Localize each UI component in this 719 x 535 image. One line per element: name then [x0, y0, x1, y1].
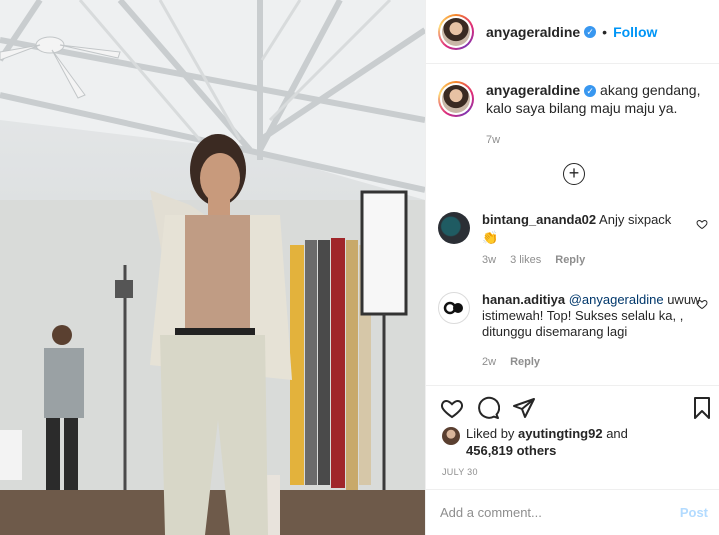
post-action-bar	[426, 385, 719, 429]
load-more-comments-icon[interactable]: +	[563, 163, 585, 185]
comment-item: bintang_ananda02 Anjy sixpack 👏 3w 3 lik…	[438, 212, 708, 268]
comment-mention[interactable]: @anyageraldine	[569, 292, 664, 307]
comment-likes[interactable]: 3 likes	[510, 252, 541, 268]
liker-avatar[interactable]	[442, 427, 460, 445]
share-paper-plane-icon[interactable]	[512, 396, 536, 420]
post-date[interactable]: JULY 30	[442, 467, 478, 477]
author-username[interactable]: anyageraldine	[486, 24, 580, 40]
save-bookmark-icon[interactable]	[690, 396, 714, 420]
caption-avatar-image	[442, 85, 470, 113]
add-comment-bar: Post	[426, 489, 719, 535]
separator-dot: •	[602, 23, 608, 40]
post-photo[interactable]	[0, 0, 425, 535]
likes-summary: Liked by ayutingting92 and 456,819 other…	[442, 425, 712, 459]
verified-badge-icon: ✓	[584, 25, 597, 38]
comment-bubble-icon[interactable]	[476, 396, 500, 420]
add-comment-input[interactable]	[440, 505, 680, 520]
follow-button[interactable]: Follow	[613, 24, 657, 40]
clap-emoji: 👏	[482, 230, 499, 245]
comment-item: hanan.aditiya @anyageraldine uwuw istime…	[438, 292, 708, 370]
author-avatar-image	[442, 17, 470, 46]
reply-button[interactable]: Reply	[510, 354, 540, 370]
studio-photo-illustration	[0, 0, 425, 535]
commenter-avatar[interactable]	[438, 212, 470, 244]
post-header: anyageraldine ✓ • Follow	[426, 0, 719, 64]
like-comment-heart-icon[interactable]	[696, 218, 708, 230]
commenter-username[interactable]: bintang_ananda02	[482, 212, 596, 227]
comment-time[interactable]: 3w	[482, 252, 496, 268]
caption-verified-badge-icon: ✓	[584, 85, 597, 97]
like-comment-heart-icon[interactable]	[696, 298, 708, 310]
caption-avatar[interactable]	[438, 81, 474, 117]
commenter-avatar[interactable]	[438, 292, 470, 324]
comment-time[interactable]: 2w	[482, 354, 496, 370]
post-comment-button[interactable]: Post	[680, 505, 708, 520]
liker-username[interactable]: ayutingting92	[518, 426, 603, 441]
likes-prefix: Liked by	[466, 426, 515, 441]
commenter-logo-icon	[443, 301, 463, 315]
caption-username[interactable]: anyageraldine	[486, 82, 580, 98]
reply-button[interactable]: Reply	[555, 252, 585, 268]
likes-others-count[interactable]: 456,819 others	[466, 443, 556, 458]
author-avatar[interactable]	[438, 13, 474, 50]
like-heart-icon[interactable]	[440, 396, 464, 420]
comment-text: Anjy sixpack	[599, 212, 672, 227]
post-caption: anyageraldine ✓ akang gendang, kalo saya …	[438, 81, 708, 149]
caption-timestamp[interactable]: 7w	[486, 131, 708, 149]
likes-and: and	[606, 426, 628, 441]
commenter-username[interactable]: hanan.aditiya	[482, 292, 565, 307]
post-side-panel: anyageraldine ✓ • Follow anyageraldine ✓ …	[425, 0, 719, 535]
